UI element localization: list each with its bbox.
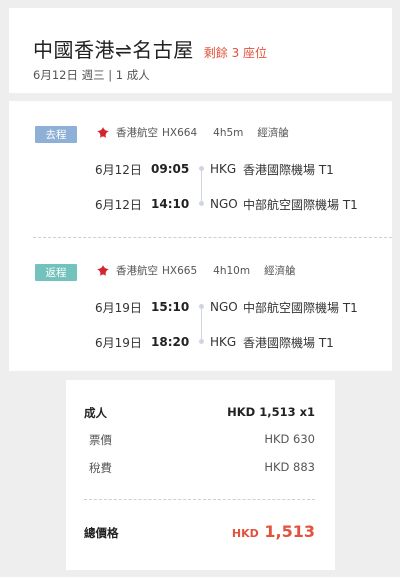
price-divider (84, 499, 315, 500)
arrival-time: 14:10 (151, 197, 190, 211)
seats-remaining: 剩餘 3 座位 (203, 46, 268, 60)
flight-details-card: 去程 香港航空 HX664 4h5m 經濟艙 6月12日 09:05 HKG 香… (9, 101, 392, 371)
outbound-airline-info: 香港航空 HX664 4h5m 經濟艙 (96, 125, 289, 140)
route-title: 中國香港 ⇌ 名古屋 剩餘 3 座位 (33, 34, 267, 63)
return-tag: 返程 (35, 264, 77, 281)
return-cabin: 經濟艙 (264, 265, 296, 277)
arrival-time: 18:20 (151, 335, 190, 349)
departure-time: 15:10 (151, 300, 190, 314)
fare-row: 票價 HKD 630 (84, 432, 315, 448)
departure-airport-name: 中部航空國際機場 T1 (243, 300, 358, 315)
total-price: HKD 1,513 (232, 522, 315, 541)
timeline-dot (199, 201, 204, 206)
total-currency: HKD (231, 527, 259, 540)
tax-label: 稅費 (89, 461, 112, 475)
fare-value: HKD 630 (264, 432, 315, 446)
route-timeline (197, 304, 207, 346)
arrival-date: 6月19日 (95, 335, 142, 350)
timeline-line (201, 171, 202, 201)
trip-subtitle: 6月12日 週三 | 1 成人 (33, 68, 150, 82)
adult-price: HKD 1,513 x1 (227, 405, 315, 419)
arrival-airport-name: 香港國際機場 T1 (243, 335, 334, 350)
outbound-segment: 去程 香港航空 HX664 4h5m 經濟艙 6月12日 09:05 HKG 香… (9, 113, 392, 233)
departure-airport-code: HKG (210, 162, 237, 176)
total-label: 總價格 (84, 526, 119, 540)
hong-kong-airlines-logo-icon (97, 126, 109, 138)
route-origin: 中國香港 (33, 38, 115, 62)
arrival-date: 6月12日 (95, 197, 142, 212)
return-flight-number: HX665 (162, 264, 198, 277)
total-price-row: 總價格 HKD 1,513 (84, 522, 315, 541)
timeline-dot (199, 339, 204, 344)
adult-label: 成人 (84, 406, 107, 420)
tax-value: HKD 883 (264, 460, 315, 474)
return-airline-info: 香港航空 HX665 4h10m 經濟艙 (96, 263, 296, 278)
route-destination: 名古屋 (132, 38, 194, 62)
outbound-airline-name: 香港航空 (116, 127, 158, 139)
arrival-airport-code: HKG (210, 335, 237, 349)
round-trip-arrow-icon: ⇌ (115, 38, 133, 62)
segment-divider (33, 237, 392, 238)
tax-row: 稅費 HKD 883 (84, 460, 315, 476)
total-amount: 1,513 (264, 522, 315, 541)
return-duration: 4h10m (213, 264, 251, 277)
timeline-line (201, 309, 202, 339)
departure-airport-code: NGO (210, 300, 238, 314)
departure-date: 6月19日 (95, 300, 142, 315)
departure-date: 6月12日 (95, 162, 142, 177)
adult-price-row: 成人 HKD 1,513 x1 (84, 405, 315, 421)
fare-label: 票價 (89, 433, 112, 447)
trip-header-card: 中國香港 ⇌ 名古屋 剩餘 3 座位 6月12日 週三 | 1 成人 (9, 8, 392, 93)
return-airline-name: 香港航空 (116, 265, 158, 277)
outbound-flight-number: HX664 (162, 126, 198, 139)
outbound-tag: 去程 (35, 126, 77, 143)
outbound-cabin: 經濟艙 (257, 127, 289, 139)
route-timeline (197, 166, 207, 208)
departure-airport-name: 香港國際機場 T1 (243, 162, 334, 177)
return-segment: 返程 香港航空 HX665 4h10m 經濟艙 6月19日 15:10 NGO … (9, 251, 392, 371)
price-breakdown-card: 成人 HKD 1,513 x1 票價 HKD 630 稅費 HKD 883 總價… (66, 380, 335, 570)
outbound-duration: 4h5m (213, 126, 244, 139)
departure-time: 09:05 (151, 162, 190, 176)
arrival-airport-code: NGO (210, 197, 238, 211)
hong-kong-airlines-logo-icon (97, 264, 109, 276)
arrival-airport-name: 中部航空國際機場 T1 (243, 197, 358, 212)
